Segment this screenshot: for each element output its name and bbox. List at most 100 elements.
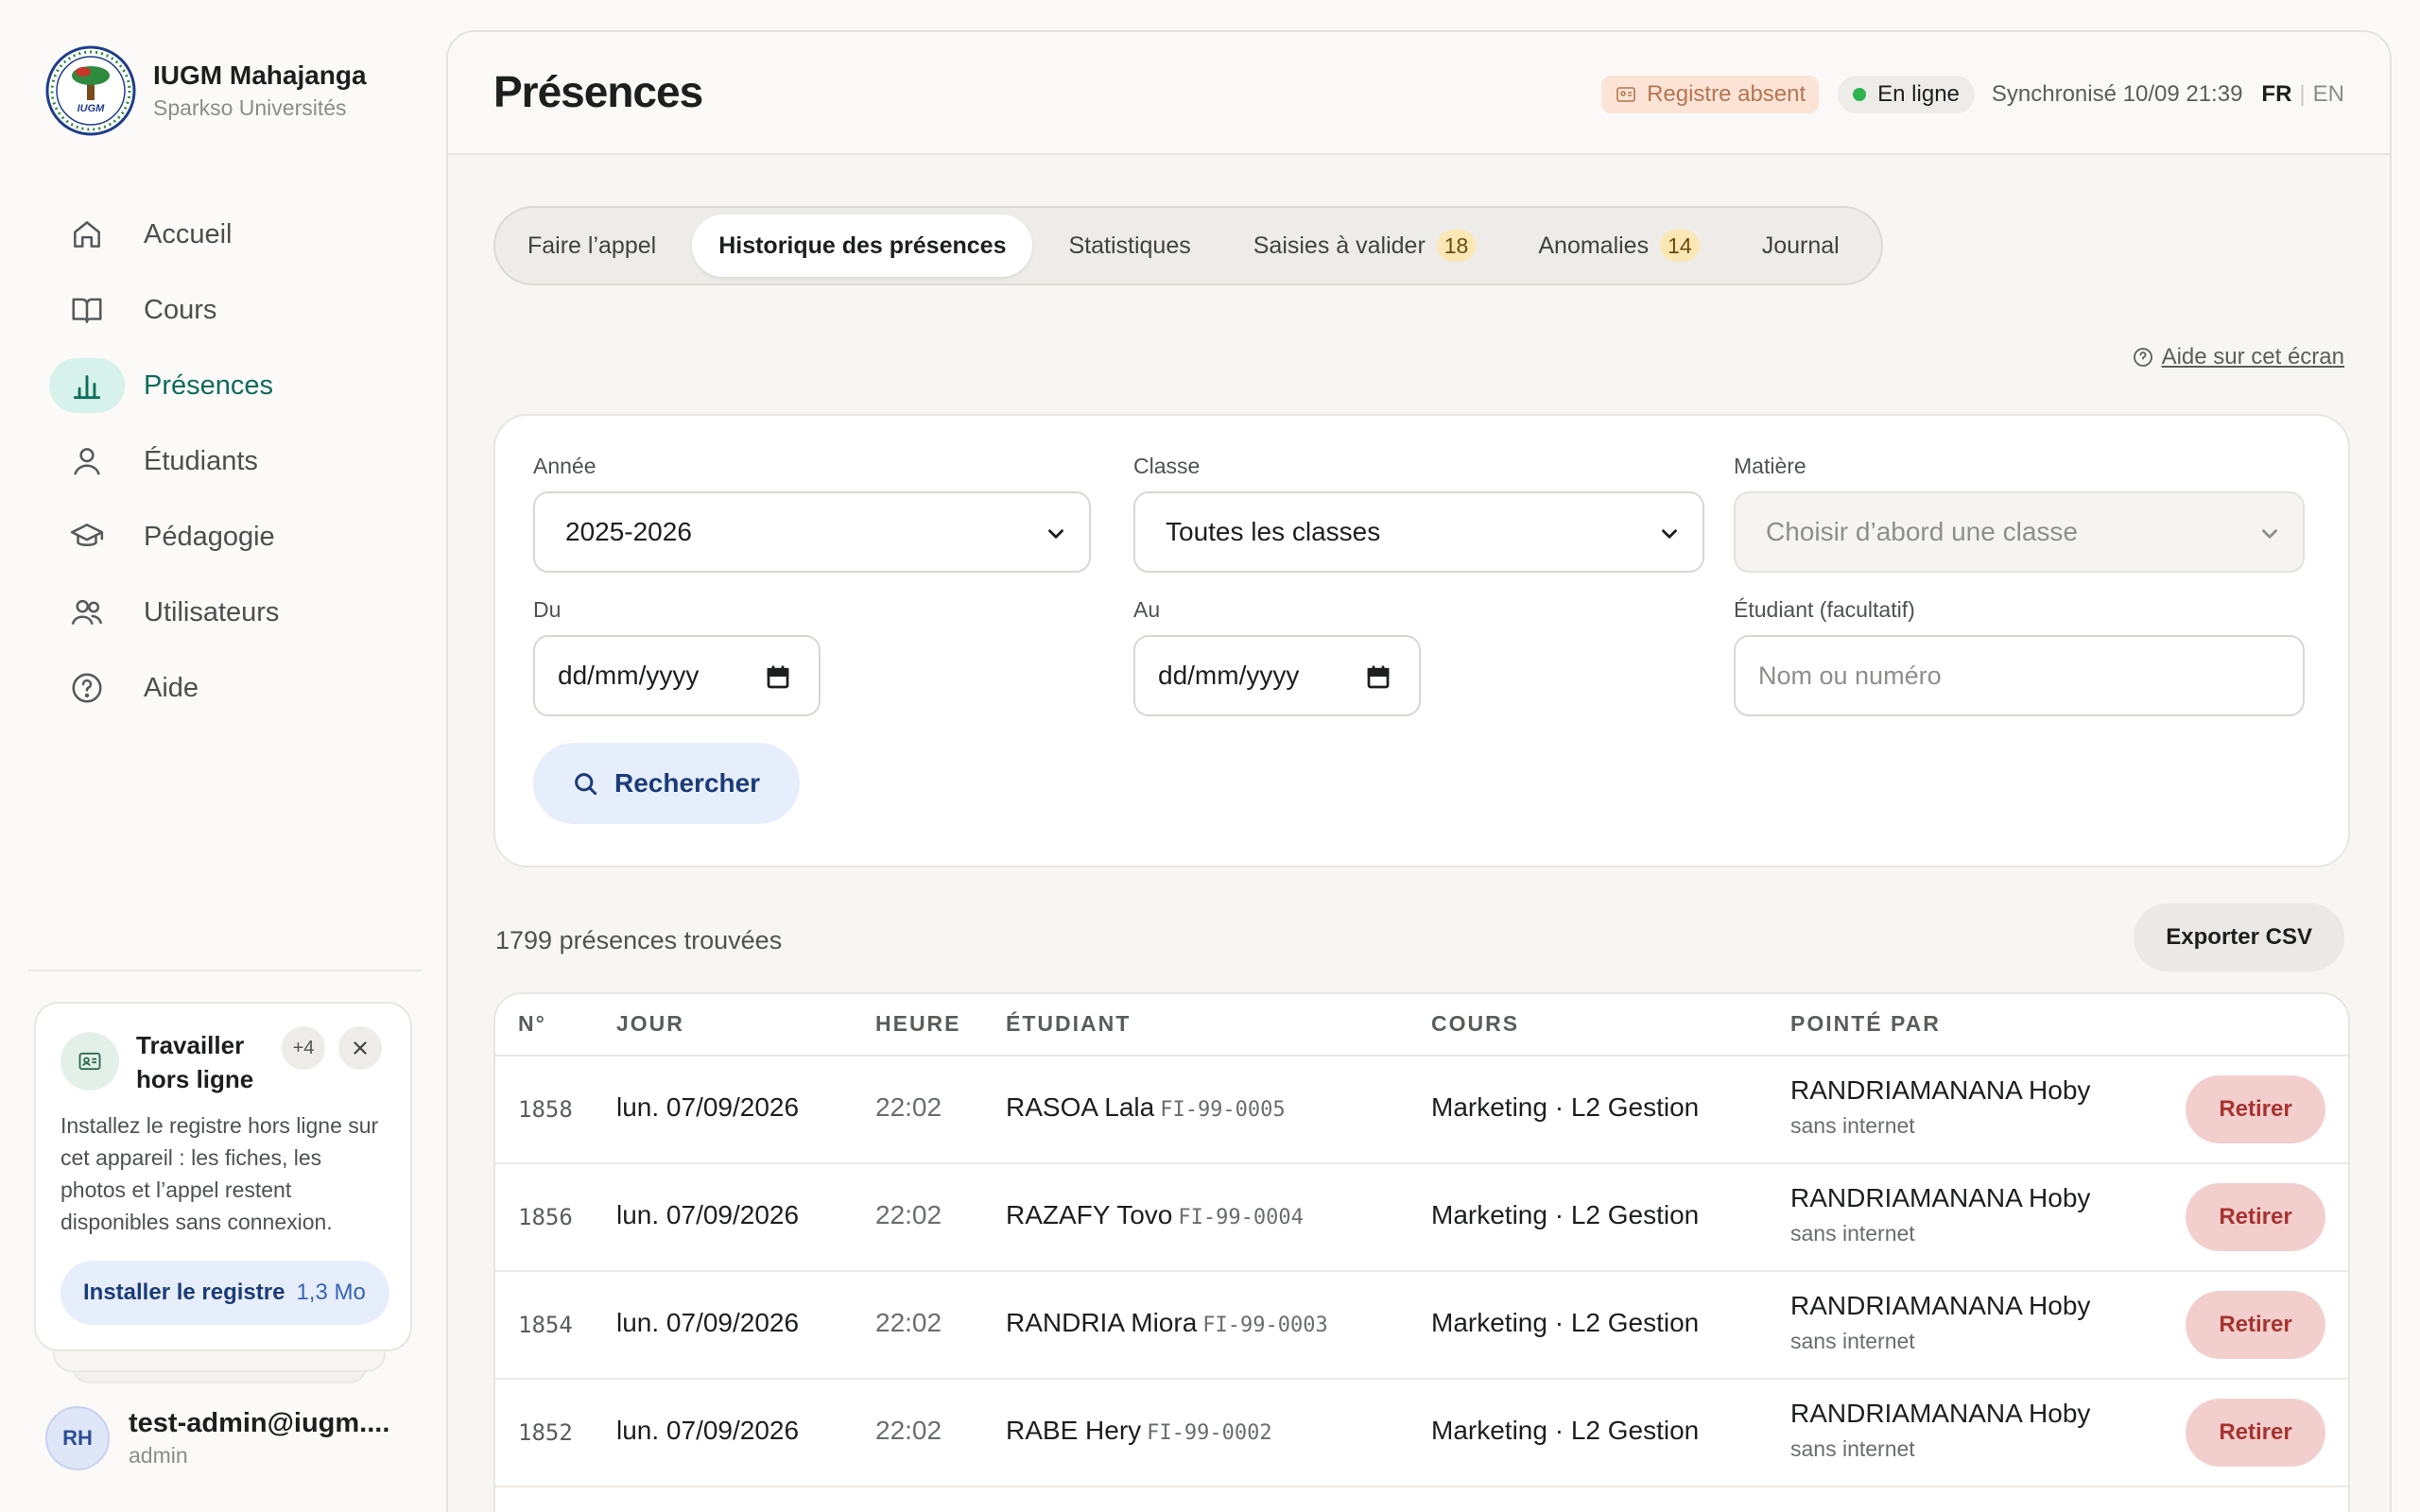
- tab-label: Saisies à valider: [1253, 232, 1426, 259]
- sidebar-item-pedagogie[interactable]: Pédagogie: [49, 499, 427, 575]
- sidebar-item-label: Aide: [144, 672, 199, 703]
- id-card-icon: [60, 1032, 119, 1091]
- from-date-value: dd/mm/yyyy: [558, 661, 700, 690]
- user-menu[interactable]: RH test-admin@iugm.... admin: [45, 1406, 389, 1470]
- help-circle-icon: [49, 661, 125, 715]
- row-course: Marketing · L2 Gestion: [1431, 1092, 1700, 1122]
- language-switcher: FR | EN: [2261, 81, 2344, 108]
- tab-faire-appel[interactable]: Faire l’appel: [501, 215, 683, 277]
- lang-fr[interactable]: FR: [2261, 81, 2291, 107]
- row-day: lun. 07/09/2026: [616, 1092, 800, 1122]
- row-day: lun. 07/09/2026: [616, 1200, 800, 1229]
- table-row: 1856 lun. 07/09/2026 22:02 RAZAFY Tovo FI…: [495, 1164, 2348, 1272]
- student-label: Étudiant (facultatif): [1734, 597, 1915, 622]
- sidebar-item-label: Utilisateurs: [144, 596, 280, 627]
- class-value: Toutes les classes: [1166, 517, 1381, 546]
- attendance-table: N° JOUR HEURE ÉTUDIANT COURS POINTÉ PAR …: [493, 992, 2350, 1512]
- tab-statistiques[interactable]: Statistiques: [1042, 215, 1217, 277]
- row-pointed-by: RANDRIAMANANA Hoby sans internet: [1790, 1291, 2090, 1354]
- subject-label: Matière: [1734, 454, 1806, 478]
- class-select[interactable]: Toutes les classes: [1133, 491, 1704, 573]
- row-course: Marketing · L2 Gestion: [1431, 1200, 1700, 1229]
- sidebar-item-cours[interactable]: Cours: [49, 272, 427, 348]
- calendar-icon[interactable]: [764, 663, 792, 692]
- user-icon: [49, 434, 125, 489]
- pointed-by-name: RANDRIAMANANA Hoby: [1790, 1075, 2091, 1105]
- tab-label: Journal: [1761, 232, 1840, 259]
- year-label: Année: [533, 454, 596, 478]
- sidebar-item-presences[interactable]: Présences: [49, 348, 427, 423]
- sidebar-nav: Accueil Cours Présences Étudiants Pédago…: [49, 197, 427, 726]
- table-row: 1852 lun. 07/09/2026 22:02 RABE Hery FI-9…: [495, 1380, 2348, 1487]
- lang-en[interactable]: EN: [2313, 81, 2344, 107]
- sidebar-item-etudiants[interactable]: Étudiants: [49, 423, 427, 499]
- id-card-icon: [1616, 87, 1635, 102]
- chevron-down-icon: [1048, 529, 1063, 539]
- pointed-by-name: RANDRIAMANANA Hoby: [1790, 1183, 2091, 1212]
- tab-saisies-a-valider[interactable]: Saisies à valider 18: [1227, 215, 1503, 277]
- tab-label: Historique des présences: [718, 232, 1007, 259]
- offline-card-body: Installez le registre hors ligne sur cet…: [60, 1113, 379, 1234]
- screen-help-link[interactable]: Aide sur cet écran: [2132, 344, 2344, 370]
- table-header: N° JOUR HEURE ÉTUDIANT COURS POINTÉ PAR: [495, 994, 2348, 1057]
- subject-select[interactable]: Choisir d’abord une classe: [1734, 491, 2305, 573]
- online-dot-icon: [1853, 88, 1867, 101]
- sidebar: IUGM IUGM Mahajanga Sparkso Universités …: [0, 0, 450, 1512]
- table-row: 1858 lun. 07/09/2026 22:02 RASOA Lala FI-…: [495, 1057, 2348, 1164]
- row-number: 1854: [518, 1312, 573, 1338]
- sidebar-item-aide[interactable]: Aide: [49, 650, 427, 726]
- row-time: 22:02: [875, 1416, 942, 1445]
- to-date-value: dd/mm/yyyy: [1158, 661, 1300, 690]
- install-register-button[interactable]: Installer le registre 1,3 Mo: [60, 1261, 389, 1325]
- svg-text:IUGM: IUGM: [78, 103, 106, 114]
- tab-journal[interactable]: Journal: [1736, 215, 1866, 277]
- row-time: 22:02: [875, 1092, 942, 1122]
- tab-count-badge: 14: [1660, 230, 1700, 262]
- user-email: test-admin@iugm....: [129, 1408, 390, 1438]
- tab-historique[interactable]: Historique des présences: [692, 215, 1033, 277]
- help-link-label: Aide sur cet écran: [2161, 344, 2344, 369]
- table-row: 1854 lun. 07/09/2026 22:02 RANDRIA Miora…: [495, 1272, 2348, 1380]
- search-button-label: Rechercher: [614, 768, 761, 798]
- lang-separator: |: [2299, 81, 2306, 107]
- year-select[interactable]: 2025-2026: [533, 491, 1091, 573]
- sidebar-item-utilisateurs[interactable]: Utilisateurs: [49, 575, 427, 650]
- sidebar-item-accueil[interactable]: Accueil: [49, 197, 427, 272]
- chevron-down-icon: [1662, 529, 1677, 539]
- student-input[interactable]: Nom ou numéro: [1734, 635, 2305, 716]
- brand-subtitle: Sparkso Universités: [153, 95, 347, 120]
- user-role: admin: [129, 1443, 188, 1468]
- class-label: Classe: [1133, 454, 1201, 478]
- tab-bar: Faire l’appel Historique des présences S…: [493, 206, 1883, 285]
- offline-card-count-badge[interactable]: +4: [282, 1026, 325, 1070]
- row-time: 22:02: [875, 1200, 942, 1229]
- users-icon: [49, 585, 125, 640]
- remove-button[interactable]: Retirer: [2186, 1399, 2325, 1467]
- calendar-icon[interactable]: [1364, 663, 1392, 692]
- remove-button[interactable]: Retirer: [2186, 1183, 2325, 1251]
- close-icon[interactable]: [338, 1026, 382, 1070]
- column-header-course: COURS: [1431, 1011, 1520, 1036]
- from-date-input[interactable]: dd/mm/yyyy: [533, 635, 821, 716]
- tab-anomalies[interactable]: Anomalies 14: [1512, 215, 1725, 277]
- search-button[interactable]: Rechercher: [533, 743, 800, 824]
- remove-button[interactable]: Retirer: [2186, 1291, 2325, 1359]
- row-course: Marketing · L2 Gestion: [1431, 1416, 1700, 1445]
- student-matricule: FI-99-0005: [1160, 1098, 1286, 1122]
- top-bar: Présences Registre absent En ligne Synch…: [448, 32, 2390, 155]
- install-size: 1,3 Mo: [296, 1280, 366, 1305]
- brand[interactable]: IUGM IUGM Mahajanga Sparkso Universités: [45, 45, 367, 136]
- student-name: RANDRIA Miora: [1006, 1308, 1198, 1337]
- results-count: 1799 présences trouvées: [495, 926, 783, 954]
- export-csv-button[interactable]: Exporter CSV: [2134, 903, 2344, 971]
- column-header-num: N°: [518, 1011, 546, 1036]
- column-header-time: HEURE: [875, 1011, 961, 1036]
- chevron-down-icon: [2262, 529, 2277, 539]
- register-status-badge[interactable]: Registre absent: [1601, 76, 1820, 113]
- page-title: Présences: [493, 67, 703, 116]
- student-placeholder: Nom ou numéro: [1758, 661, 1942, 690]
- from-date-label: Du: [533, 597, 562, 622]
- to-date-input[interactable]: dd/mm/yyyy: [1133, 635, 1421, 716]
- year-value: 2025-2026: [565, 517, 692, 546]
- remove-button[interactable]: Retirer: [2186, 1075, 2325, 1143]
